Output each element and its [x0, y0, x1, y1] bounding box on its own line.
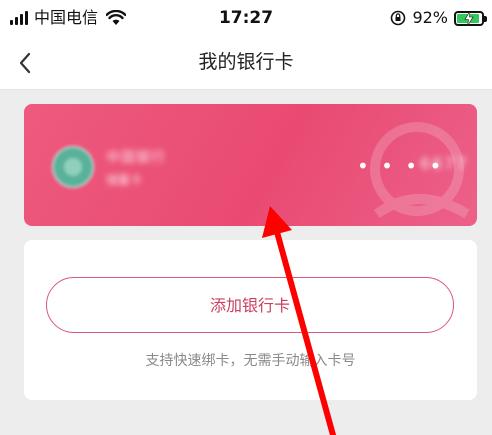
status-right: 92% [390, 8, 487, 28]
add-bank-card-button[interactable]: 添加银行卡 [46, 277, 454, 333]
quick-bind-hint: 支持快速绑卡，无需手动输入卡号 [145, 353, 356, 369]
battery-charging-icon [454, 10, 487, 26]
bank-card[interactable]: 中国银行 储蓄卡 • • • • 6677 [24, 104, 477, 226]
card-last-four: 6677 [420, 154, 469, 173]
add-card-panel: 添加银行卡 支持快速绑卡，无需手动输入卡号 [24, 240, 477, 400]
battery-percent: 92% [412, 8, 448, 27]
nav-bar: 我的银行卡 [0, 36, 492, 90]
page-title: 我的银行卡 [198, 51, 294, 73]
card-type: 储蓄卡 [106, 173, 143, 187]
status-bar: 中国电信 17:27 92% [0, 0, 492, 36]
screen: 中国电信 17:27 92% 我的银行卡 中国银行 储蓄卡 • • • • 66… [0, 0, 492, 435]
bank-logo-icon [52, 146, 94, 188]
bank-name: 中国银行 [106, 150, 166, 166]
rotation-lock-icon [391, 10, 406, 26]
